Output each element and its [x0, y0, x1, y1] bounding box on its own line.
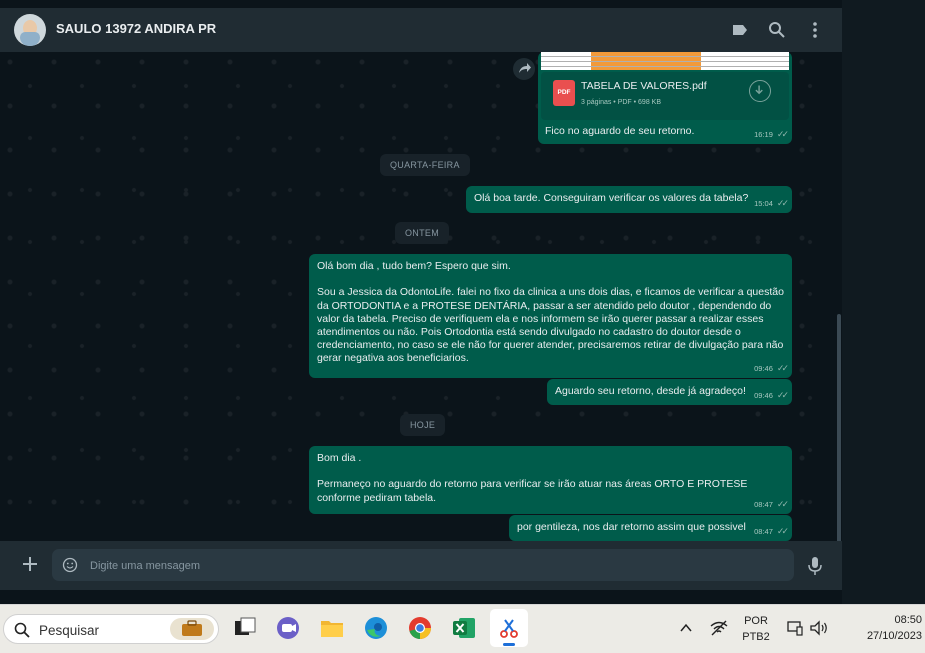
window-bottom-edge: [0, 590, 842, 604]
file-explorer-icon[interactable]: [319, 615, 345, 641]
desktop-background: [842, 0, 925, 604]
attach-plus-icon[interactable]: [20, 554, 40, 574]
message-input[interactable]: [88, 549, 782, 583]
taskbar-search[interactable]: Pesquisar: [3, 614, 219, 644]
message-time: 08:47: [754, 499, 773, 509]
network-off-icon[interactable]: [709, 619, 729, 637]
message-composer: [0, 541, 842, 590]
language-indicator[interactable]: POR: [741, 615, 771, 627]
pdf-icon: PDF: [553, 80, 575, 106]
outgoing-message[interactable]: Olá bom dia , tudo bem? Espero que sim. …: [309, 254, 792, 378]
outgoing-message[interactable]: Aguardo seu retorno, desde já agradeço! …: [547, 379, 792, 405]
chat-scrollbar[interactable]: [837, 314, 841, 541]
snipping-tool-icon: [500, 619, 518, 638]
contact-avatar[interactable]: [14, 14, 46, 46]
pdf-preview[interactable]: [541, 52, 789, 70]
message-time: 09:46: [754, 363, 773, 373]
outgoing-message[interactable]: Olá boa tarde. Conseguiram verificar os …: [466, 186, 792, 213]
double-check-icon: ✓✓: [776, 362, 789, 373]
menu-icon[interactable]: [805, 20, 825, 40]
double-check-icon: ✓✓: [776, 389, 789, 400]
chat-area[interactable]: PDF TABELA DE VALORES.pdf 3 páginas • PD…: [0, 52, 842, 541]
message-time: 15:04: [754, 198, 773, 208]
date-separator: HOJE: [400, 414, 446, 436]
double-check-icon: ✓✓: [776, 197, 789, 208]
contact-name[interactable]: SAULO 13972 ANDIRA PR: [56, 21, 216, 36]
snipping-tool-active-tile[interactable]: [490, 609, 528, 647]
whatsapp-window: SAULO 13972 ANDIRA PR PDF TABELA DE VALO…: [0, 0, 842, 590]
document-message[interactable]: PDF TABELA DE VALORES.pdf 3 páginas • PD…: [538, 52, 792, 144]
windows-taskbar: Pesquisar POR PTB2 08:50 27/10/2023: [0, 604, 925, 653]
double-check-icon: ✓✓: [776, 128, 789, 139]
clock-time[interactable]: 08:50: [858, 614, 922, 626]
date-separator: ONTEM: [395, 222, 449, 244]
task-view-icon[interactable]: [232, 615, 258, 641]
double-check-icon: ✓✓: [776, 525, 789, 536]
teams-icon[interactable]: [275, 615, 301, 641]
chrome-icon[interactable]: [407, 615, 433, 641]
double-check-icon: ✓✓: [776, 498, 789, 509]
file-name: TABELA DE VALORES.pdf: [581, 80, 707, 92]
message-input-box[interactable]: [52, 549, 794, 583]
message-time: 09:46: [754, 390, 773, 400]
edge-icon[interactable]: [363, 615, 389, 641]
pdf-file-card[interactable]: PDF TABELA DE VALORES.pdf 3 páginas • PD…: [541, 72, 789, 120]
download-icon[interactable]: [749, 80, 771, 102]
microphone-icon[interactable]: [806, 555, 824, 577]
chevron-up-icon[interactable]: [679, 621, 693, 635]
keyboard-layout-indicator[interactable]: PTB2: [741, 631, 771, 643]
chat-header[interactable]: SAULO 13972 ANDIRA PR: [0, 8, 842, 52]
label-icon[interactable]: [730, 20, 750, 40]
clock-date[interactable]: 27/10/2023: [836, 630, 922, 642]
date-separator: QUARTA-FEIRA: [380, 154, 470, 176]
search-label: Pesquisar: [39, 623, 100, 638]
file-info: 3 páginas • PDF • 698 KB: [581, 99, 662, 106]
briefcase-icon: [170, 618, 214, 640]
search-icon[interactable]: [767, 20, 787, 40]
display-icon[interactable]: [786, 619, 804, 637]
message-time: 08:47: [754, 526, 773, 536]
excel-icon[interactable]: [451, 615, 477, 641]
speaker-icon[interactable]: [809, 619, 829, 637]
active-app-indicator: [503, 643, 515, 646]
forward-icon[interactable]: [513, 58, 535, 80]
document-caption: Fico no aguardo de seu retorno.: [545, 125, 695, 137]
outgoing-message[interactable]: Bom dia . Permaneço no aguardo do retorn…: [309, 446, 792, 514]
message-time: 16:19: [754, 129, 773, 139]
search-icon: [14, 622, 30, 638]
outgoing-message[interactable]: por gentileza, nos dar retorno assim que…: [509, 515, 792, 541]
emoji-icon[interactable]: [62, 557, 78, 573]
